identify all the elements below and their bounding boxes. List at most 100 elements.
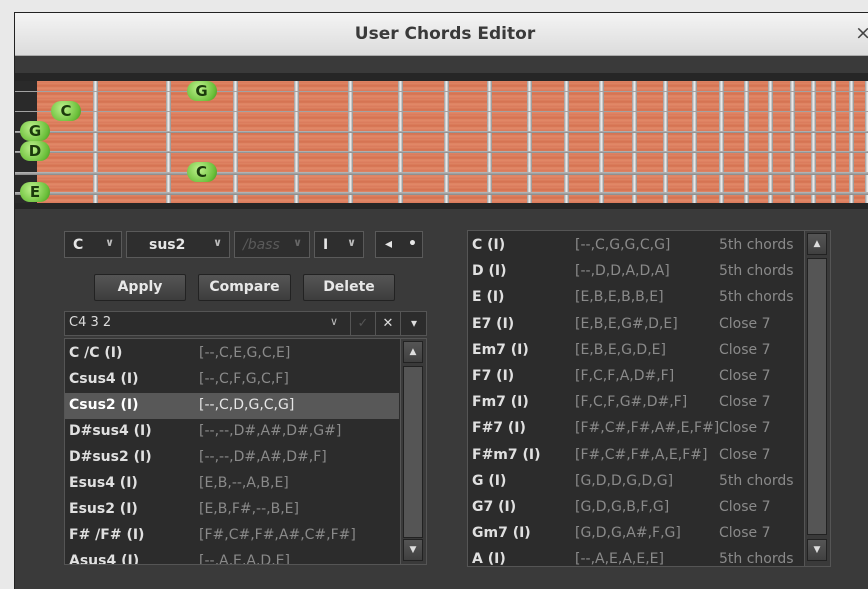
delete-button[interactable]: Delete — [303, 274, 395, 301]
apply-button[interactable]: Apply — [94, 274, 186, 301]
fret-wire — [663, 81, 668, 203]
scroll-up-icon[interactable]: ▲ — [807, 233, 827, 255]
fretboard-neck[interactable] — [15, 81, 868, 203]
list-item[interactable]: C (I) [--,C,G,G,C,G] 5th chords — [468, 233, 803, 259]
chord-notes: [G,D,G,B,F,G] — [575, 499, 670, 515]
guitar-string — [15, 111, 868, 112]
fret-wire — [233, 81, 238, 203]
fretboard-note-marker[interactable]: C — [186, 162, 217, 182]
list-item[interactable]: A (I) [--,A,E,A,E,E] 5th chords — [468, 547, 803, 567]
chevron-down-icon: ∨ — [213, 236, 222, 249]
menu-icon[interactable]: ▾ — [400, 312, 427, 335]
list-item[interactable]: D (I) [--,D,D,A,D,A] 5th chords — [468, 259, 803, 285]
window-title: User Chords Editor — [354, 24, 536, 44]
fret-wire — [719, 81, 724, 203]
chord-notes: [--,C,F,G,C,F] — [199, 371, 289, 387]
scroll-up-icon[interactable]: ▲ — [403, 341, 423, 363]
chord-name: G (I) — [472, 472, 507, 489]
fret-wire — [348, 81, 353, 203]
chord-name: F# /F# (I) — [69, 527, 145, 543]
chord-quality-select[interactable]: sus2 ∨ — [126, 231, 230, 258]
fretboard-note-marker[interactable]: G — [20, 121, 50, 141]
dot-icon[interactable]: • — [408, 236, 417, 252]
list-item[interactable]: Gm7 (I) [G,D,G,A#,F,G] Close 7 — [468, 521, 803, 547]
check-icon[interactable]: ✓ — [350, 312, 375, 335]
chord-name: F#7 (I) — [472, 420, 526, 437]
chord-notes: [--,--,D#,A#,D#,F] — [199, 449, 327, 465]
chord-name: Gm7 (I) — [472, 525, 531, 542]
fingering-list[interactable]: ▲ ▼ C /C (I) [--,C,E,G,C,E] Csus4 (I) [--,C… — [64, 338, 427, 565]
chord-category: 5th chords — [719, 289, 794, 306]
chord-name: E7 (I) — [472, 315, 515, 332]
chord-notes: [F,C,F,A,D#,F] — [575, 368, 675, 384]
list-item[interactable]: Esus2 (I) [E,B,F#,--,B,E] — [65, 497, 399, 523]
close-icon[interactable]: × — [855, 22, 868, 44]
list-item[interactable]: G7 (I) [G,D,G,B,F,G] Close 7 — [468, 495, 803, 521]
chord-notes: [E,B,F#,--,B,E] — [199, 501, 299, 517]
chord-name: A (I) — [472, 551, 506, 567]
title-bar[interactable]: User Chords Editor × — [15, 13, 868, 56]
scroll-thumb[interactable] — [403, 366, 423, 538]
list-item[interactable]: F# /F# (I) [F#,C#,F#,A#,C#,F#] — [65, 523, 399, 549]
inversion-value: I — [323, 237, 329, 253]
right-scrollbar[interactable]: ▲ ▼ — [804, 231, 830, 566]
chord-name: Csus4 (I) — [69, 371, 139, 387]
chord-notes: [G,D,G,A#,F,G] — [575, 525, 681, 542]
chord-name: Esus4 (I) — [69, 475, 138, 491]
list-item[interactable]: E7 (I) [E,B,E,G#,D,E] Close 7 — [468, 312, 803, 338]
list-item[interactable]: Em7 (I) [E,B,E,G,D,E] Close 7 — [468, 338, 803, 364]
fretboard-note-marker[interactable]: C — [51, 101, 81, 121]
chord-notes: [E,B,E,B,B,E] — [575, 289, 664, 306]
list-item[interactable]: G (I) [G,D,D,G,D,G] 5th chords — [468, 469, 803, 495]
list-item[interactable]: D#sus4 (I) [--,--,D#,A#,D#,G#] — [65, 419, 399, 445]
root-note-value: C — [73, 237, 84, 253]
fretboard-note-marker[interactable]: E — [20, 182, 50, 202]
guitar-string — [15, 172, 868, 175]
root-note-select[interactable]: C ∨ — [64, 231, 122, 258]
list-item[interactable]: D#sus2 (I) [--,--,D#,A#,D#,F] — [65, 445, 399, 471]
fret-wire — [599, 81, 604, 203]
list-item[interactable]: F#m7 (I) [F#,C#,F#,A,E,F#] Close 7 — [468, 443, 803, 469]
fretboard[interactable]: GCGDCE — [15, 73, 868, 209]
fretboard-note-marker[interactable]: D — [20, 141, 50, 161]
chord-library-list[interactable]: A (I) [--,A,E,A,E,E] 5th chords Gm7 (I) [G,D… — [467, 230, 831, 567]
list-item[interactable]: E (I) [E,B,E,B,B,E] 5th chords — [468, 285, 803, 311]
list-item[interactable]: C /C (I) [--,C,E,G,C,E] — [65, 341, 399, 367]
chord-notes: [F#,C#,F#,A,E,F#] — [575, 446, 708, 463]
chord-category: Close 7 — [719, 446, 771, 463]
chord-notes: [E,B,E,G,D,E] — [575, 341, 666, 358]
fret-wire — [849, 81, 854, 203]
scroll-down-icon[interactable]: ▼ — [807, 539, 827, 561]
clear-icon[interactable]: ✕ — [375, 312, 400, 335]
chord-notes: [E,B,--,A,B,E] — [199, 475, 289, 491]
list-item[interactable]: Asus4 (I) [--,A,E,A,D,E] — [65, 549, 399, 565]
chord-name: C /C (I) — [69, 345, 123, 361]
fretboard-note-marker[interactable]: G — [186, 81, 217, 101]
scroll-thumb[interactable] — [807, 258, 827, 535]
chevron-down-icon[interactable]: ∨ — [330, 315, 338, 328]
play-chord-icon[interactable]: ◂ — [385, 236, 392, 252]
chord-notes: [--,C,G,G,C,G] — [575, 237, 671, 253]
list-item[interactable]: Fm7 (I) [F,C,F,G#,D#,F] Close 7 — [468, 390, 803, 416]
scroll-down-icon[interactable]: ▼ — [403, 539, 423, 561]
fret-wire — [831, 81, 836, 203]
left-scrollbar[interactable]: ▲ ▼ — [400, 339, 426, 564]
fret-wire — [294, 81, 299, 203]
fret-wire — [527, 81, 532, 203]
fingering-combo[interactable]: C4 3 2 ∨ ✓ ✕ ▾ — [64, 311, 427, 336]
list-item[interactable]: F#7 (I) [F#,C#,F#,A#,E,F#] Close 7 — [468, 416, 803, 442]
chord-name: Fm7 (I) — [472, 394, 529, 411]
list-item[interactable]: Esus4 (I) [E,B,--,A,B,E] — [65, 471, 399, 497]
inversion-select[interactable]: I ∨ — [314, 231, 364, 258]
list-item[interactable]: Csus4 (I) [--,C,F,G,C,F] — [65, 367, 399, 393]
list-item[interactable]: Csus2 (I) [--,C,D,G,C,G] — [65, 393, 399, 419]
fret-wire — [768, 81, 773, 203]
fret-wire — [564, 81, 569, 203]
chord-notes: [--,A,E,A,D,E] — [199, 553, 290, 565]
list-item[interactable]: F7 (I) [F,C,F,A,D#,F] Close 7 — [468, 364, 803, 390]
chevron-down-icon: ∨ — [293, 236, 302, 249]
chord-category: Close 7 — [719, 315, 771, 332]
bass-note-select[interactable]: /bass ∨ — [234, 231, 310, 258]
chord-name: Asus4 (I) — [69, 553, 140, 565]
compare-button[interactable]: Compare — [198, 274, 291, 301]
